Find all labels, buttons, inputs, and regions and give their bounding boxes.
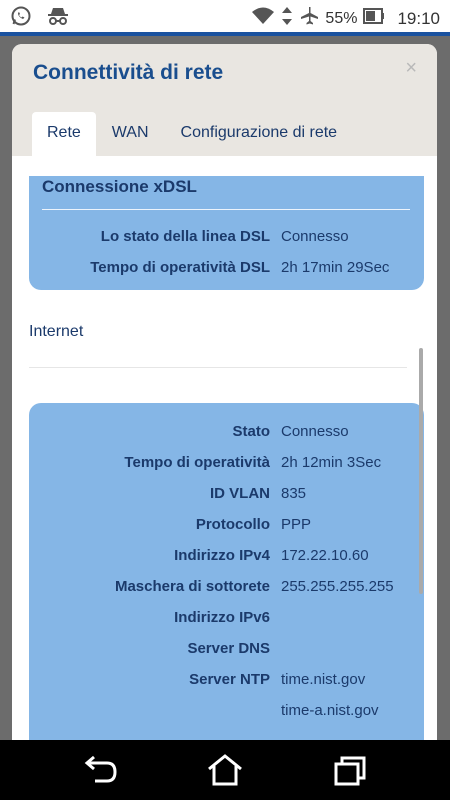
divider xyxy=(42,209,410,210)
row-label: Server NTP xyxy=(189,671,270,688)
info-row: ID VLAN 835 xyxy=(29,485,424,509)
row-value: time-a.nist.gov xyxy=(281,702,379,719)
back-icon[interactable] xyxy=(81,753,121,787)
internet-section-label: Internet xyxy=(29,323,84,340)
info-row: Maschera di sottorete 255.255.255.255 xyxy=(29,578,424,602)
info-row: Indirizzo IPv6 xyxy=(29,609,424,633)
tab-content[interactable]: Connessione xDSL Lo stato della linea DS… xyxy=(12,156,437,744)
close-icon[interactable]: × xyxy=(405,57,417,80)
whatsapp-icon xyxy=(10,5,32,32)
xdsl-title: Connessione xDSL xyxy=(42,177,197,196)
row-value: PPP xyxy=(281,516,312,533)
scrollbar[interactable] xyxy=(419,348,423,594)
battery-percent: 55% xyxy=(325,9,358,27)
divider xyxy=(29,367,407,368)
row-value: Connesso xyxy=(281,228,349,245)
row-label: Server DNS xyxy=(187,640,270,657)
row-value: 2h 17min 29Sec xyxy=(281,259,390,276)
internet-panel: Stato Connesso Tempo di operatività 2h 1… xyxy=(29,403,424,744)
row-value: time.nist.gov xyxy=(281,671,366,688)
row-value: 835 xyxy=(281,485,307,502)
tab-bar: Rete WAN Configurazione di rete xyxy=(32,112,353,156)
info-row: Server DNS xyxy=(29,640,424,664)
row-label: Indirizzo IPv4 xyxy=(174,547,270,564)
row-label: Indirizzo IPv6 xyxy=(174,609,270,626)
tab-rete[interactable]: Rete xyxy=(32,112,96,156)
info-row: time-a.nist.gov xyxy=(29,702,424,726)
network-connectivity-dialog: Connettività di rete × Rete WAN Configur… xyxy=(12,44,437,744)
row-label: Tempo di operatività xyxy=(124,454,270,471)
navigation-bar xyxy=(0,740,450,800)
info-row: Lo stato della linea DSL Connesso xyxy=(29,228,424,252)
tab-configurazione-di-rete[interactable]: Configurazione di rete xyxy=(165,112,354,156)
xdsl-panel: Connessione xDSL Lo stato della linea DS… xyxy=(29,176,424,290)
info-row: Tempo di operatività 2h 12min 3Sec xyxy=(29,454,424,478)
info-row: Protocollo PPP xyxy=(29,516,424,540)
row-label: Protocollo xyxy=(195,516,270,533)
incognito-icon xyxy=(46,6,70,31)
info-row: Server NTP time.nist.gov xyxy=(29,671,424,695)
row-label: Lo stato della linea DSL xyxy=(100,228,270,245)
row-label: ID VLAN xyxy=(210,485,270,502)
info-row: Indirizzo IPv4 172.22.10.60 xyxy=(29,547,424,571)
info-row: Stato Connesso xyxy=(29,423,424,447)
row-value: 255.255.255.255 xyxy=(281,578,394,595)
tab-wan[interactable]: WAN xyxy=(96,112,165,156)
battery-icon xyxy=(363,7,385,30)
status-time: 19:10 xyxy=(397,8,440,28)
dialog-header: Connettività di rete × Rete WAN Configur… xyxy=(12,44,437,156)
row-label: Maschera di sottorete xyxy=(114,578,270,595)
recents-icon[interactable] xyxy=(330,753,370,787)
row-label: Stato xyxy=(232,423,271,440)
row-value: 172.22.10.60 xyxy=(281,547,369,564)
wifi-icon xyxy=(251,6,275,31)
row-label: Tempo di operatività DSL xyxy=(90,259,270,276)
home-icon[interactable] xyxy=(205,753,245,787)
row-value: Connesso xyxy=(281,423,349,440)
data-arrows-icon xyxy=(281,6,293,31)
airplane-icon xyxy=(299,6,319,31)
status-bar: 55% 19:10 xyxy=(0,0,450,32)
info-row: Tempo di operatività DSL 2h 17min 29Sec xyxy=(29,259,424,283)
dialog-title: Connettività di rete xyxy=(33,61,224,84)
row-value: 2h 12min 3Sec xyxy=(281,454,382,471)
